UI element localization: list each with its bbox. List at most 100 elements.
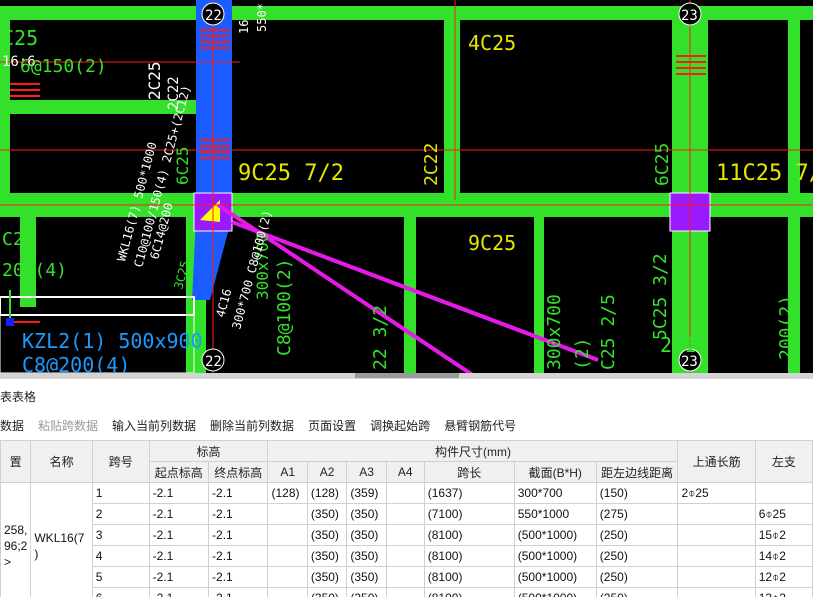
cell-a2[interactable]: (350) xyxy=(306,587,348,597)
cell-start[interactable]: -2.1 xyxy=(148,545,210,567)
beam-lower-1[interactable] xyxy=(404,217,416,373)
toolbar-item-input-column[interactable]: 输入当前列数据 xyxy=(112,417,196,434)
cell-position[interactable]: 258, 96;2 > xyxy=(0,482,32,597)
cell-a1[interactable] xyxy=(267,545,308,567)
panel-splitter[interactable] xyxy=(0,373,813,379)
col-header-left-distance[interactable]: 距左边线距离 xyxy=(595,461,679,483)
cell-span[interactable]: 4 xyxy=(91,545,150,567)
col-header-left-support[interactable]: 左支 xyxy=(754,440,813,483)
cell-span[interactable]: 3 xyxy=(91,524,150,546)
cell-top[interactable] xyxy=(677,566,756,588)
splitter-grip[interactable] xyxy=(355,373,459,378)
cell-left[interactable]: 13⌽2 xyxy=(754,587,813,597)
table-row[interactable]: 258, 96;2 > WKL16(7) 1 -2.1 -2.1 (128) (128) (359… xyxy=(0,482,813,597)
table-row[interactable]: 3 -2.1 -2.1 (350) (350) (8100) (500*1000) (250)… xyxy=(1,524,813,546)
cell-dist[interactable]: (275) xyxy=(595,503,679,525)
table-row[interactable]: 2 -2.1 -2.1 (350) (350) (7100) 550*1000 (275) 6⌽… xyxy=(1,503,813,525)
cell-left[interactable]: 14⌽2 xyxy=(754,545,813,567)
cell-top[interactable] xyxy=(677,524,756,546)
cell-a2[interactable]: (350) xyxy=(306,545,348,567)
cell-start[interactable]: -2.1 xyxy=(148,587,210,597)
cell-dist[interactable]: (250) xyxy=(595,524,679,546)
toolbar-item-delete-column[interactable]: 删除当前列数据 xyxy=(210,417,294,434)
table-row[interactable]: 6-2.1-2.1(350)(350)(8100)(500*1000)(250)… xyxy=(1,587,813,597)
col-header-span-length[interactable]: 跨长 xyxy=(423,461,515,483)
cell-a3[interactable]: (350) xyxy=(346,566,387,588)
cell-section[interactable]: (500*1000) xyxy=(513,524,597,546)
cell-len[interactable]: (8100) xyxy=(423,524,515,546)
cell-a4[interactable] xyxy=(385,524,425,546)
cell-section[interactable]: (500*1000) xyxy=(513,566,597,588)
cell-a3[interactable]: (350) xyxy=(346,503,387,525)
cell-a1[interactable] xyxy=(267,503,308,525)
cell-a2[interactable]: (350) xyxy=(306,524,348,546)
cad-drawing[interactable]: 22 23 22 23 4C25 9C25 7/2 11C25 7/4 9C25… xyxy=(0,0,813,373)
cell-len[interactable]: (7100) xyxy=(423,503,515,525)
cell-top[interactable] xyxy=(677,503,756,525)
cell-len[interactable]: (8100) xyxy=(423,566,515,588)
cell-a4[interactable] xyxy=(385,545,425,567)
col-header-position[interactable]: 置 xyxy=(0,440,32,483)
cell-a4[interactable] xyxy=(385,587,425,597)
cell-a2[interactable]: (128) xyxy=(306,482,348,504)
cell-span[interactable]: 6 xyxy=(91,587,150,597)
cell-a2[interactable]: (350) xyxy=(306,566,348,588)
cell-dist[interactable]: (250) xyxy=(595,545,679,567)
beam-lower-2[interactable] xyxy=(534,217,544,373)
col-header-span[interactable]: 跨号 xyxy=(91,440,150,483)
cell-section[interactable]: 300*700 xyxy=(513,482,597,504)
cell-a3[interactable]: (359) xyxy=(346,482,387,504)
cell-end[interactable]: -2.1 xyxy=(208,503,269,525)
cell-start[interactable]: -2.1 xyxy=(148,524,210,546)
cell-start[interactable]: -2.1 xyxy=(148,566,210,588)
table-row[interactable]: 5 -2.1 -2.1 (350) (350) (8100) (500*1000) (250)… xyxy=(1,566,813,588)
selected-beam[interactable] xyxy=(196,0,232,193)
cell-a3[interactable]: (350) xyxy=(346,587,387,597)
cell-a3[interactable]: (350) xyxy=(346,524,387,546)
cell-end[interactable]: -2.1 xyxy=(208,545,269,567)
cell-start[interactable]: -2.1 xyxy=(148,482,210,504)
col-header-start-elev[interactable]: 起点标高 xyxy=(148,461,210,483)
cell-a1[interactable] xyxy=(267,587,308,597)
table-row[interactable]: 4 -2.1 -2.1 (350) (350) (8100) (500*1000) (250)… xyxy=(1,545,813,567)
cell-span[interactable]: 5 xyxy=(91,566,150,588)
col-header-name[interactable]: 名称 xyxy=(30,440,93,483)
cell-beam-name[interactable]: WKL16(7) xyxy=(30,482,93,597)
cell-a1[interactable]: (128) xyxy=(267,482,308,504)
cell-len[interactable]: (1637) xyxy=(423,482,515,504)
col-header-a3[interactable]: A3 xyxy=(346,461,387,483)
cell-section[interactable]: (500*1000) xyxy=(513,545,597,567)
cell-end[interactable]: -2.1 xyxy=(208,524,269,546)
cell-a1[interactable] xyxy=(267,566,308,588)
cell-left[interactable]: 12⌽2 xyxy=(754,566,813,588)
cell-dist[interactable]: (250) xyxy=(595,587,679,597)
cell-span[interactable]: 2 xyxy=(91,503,150,525)
toolbar-item-swap-start[interactable]: 调换起始跨 xyxy=(370,417,430,434)
cell-a4[interactable] xyxy=(385,503,425,525)
cell-start[interactable]: -2.1 xyxy=(148,503,210,525)
cell-end[interactable]: -2.1 xyxy=(208,482,269,504)
cell-a2[interactable]: (350) xyxy=(306,503,348,525)
cell-section[interactable]: 550*1000 xyxy=(513,503,597,525)
cell-a1[interactable] xyxy=(267,524,308,546)
cell-top[interactable] xyxy=(677,587,756,597)
cell-left[interactable]: 6⌽25 xyxy=(754,503,813,525)
cell-dist[interactable]: (150) xyxy=(595,482,679,504)
cell-dist[interactable]: (250) xyxy=(595,566,679,588)
cad-viewport[interactable]: 22 23 22 23 4C25 9C25 7/2 11C25 7/4 9C25… xyxy=(0,0,813,373)
cell-top[interactable]: 2⌽25 xyxy=(677,482,756,504)
col-header-a4[interactable]: A4 xyxy=(385,461,425,483)
col-header-top-rebar[interactable]: 上通长筋 xyxy=(677,440,756,483)
cell-left[interactable] xyxy=(754,482,813,504)
cell-top[interactable] xyxy=(677,545,756,567)
toolbar-item-paste-span[interactable]: 粘贴跨数据 xyxy=(38,417,98,434)
cell-end[interactable]: -2.1 xyxy=(208,566,269,588)
beam-vertical-mid[interactable] xyxy=(444,6,460,216)
cell-len[interactable]: (8100) xyxy=(423,587,515,597)
cell-a4[interactable] xyxy=(385,482,425,504)
toolbar-item-data[interactable]: 数据 xyxy=(0,417,24,434)
cell-end[interactable]: -2.1 xyxy=(208,587,269,597)
cell-section[interactable]: (500*1000) xyxy=(513,587,597,597)
col-header-a1[interactable]: A1 xyxy=(267,461,308,483)
cell-len[interactable]: (8100) xyxy=(423,545,515,567)
